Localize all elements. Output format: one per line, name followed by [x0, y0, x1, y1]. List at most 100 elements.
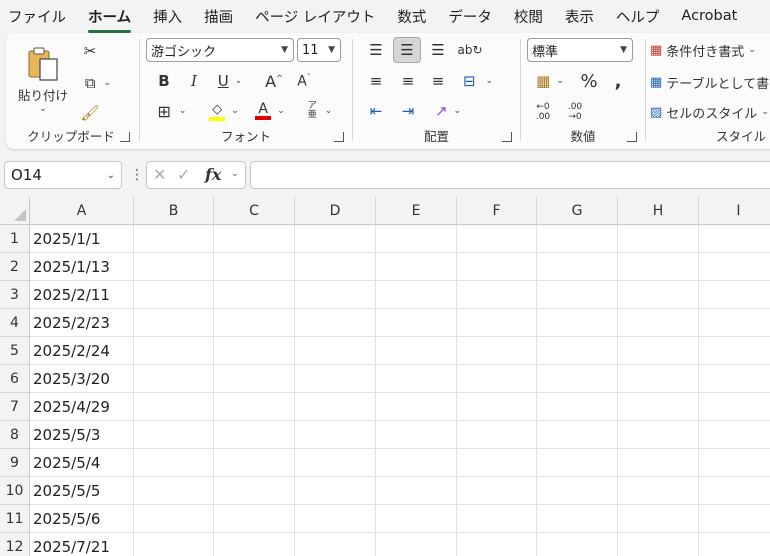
row-header[interactable]: 9 — [0, 449, 30, 477]
cell-D12[interactable] — [295, 533, 376, 556]
cell-A5[interactable]: 2025/2/24 — [30, 337, 134, 365]
number-format-select[interactable]: 標準 ▼ — [527, 38, 633, 62]
tab-review[interactable]: 校閲 — [514, 6, 543, 27]
cell-A6[interactable]: 2025/3/20 — [30, 365, 134, 393]
cell-H5[interactable] — [618, 337, 699, 365]
cell-A1[interactable]: 2025/1/1 — [30, 225, 134, 253]
cell-E9[interactable] — [376, 449, 457, 477]
cell-F8[interactable] — [457, 421, 537, 449]
cell-D4[interactable] — [295, 309, 376, 337]
more-options-icon[interactable]: ⋮ — [130, 167, 144, 183]
align-left-button[interactable]: ≡ — [363, 69, 389, 93]
column-header[interactable]: I — [699, 197, 770, 225]
cell-styles-button[interactable]: ▨ セルのスタイル ⌄ — [650, 101, 770, 123]
increase-font-button[interactable]: A^ — [262, 69, 286, 93]
paste-button[interactable]: 貼り付け ⌄ — [18, 39, 68, 119]
chevron-down-icon[interactable]: ⌄ — [231, 169, 239, 179]
cell-A8[interactable]: 2025/5/3 — [30, 421, 134, 449]
row-header[interactable]: 12 — [0, 533, 30, 556]
cell-A2[interactable]: 2025/1/13 — [30, 253, 134, 281]
column-header[interactable]: D — [295, 197, 376, 225]
cell-A9[interactable]: 2025/5/4 — [30, 449, 134, 477]
cell-B8[interactable] — [134, 421, 214, 449]
cell-G12[interactable] — [537, 533, 618, 556]
cell-H2[interactable] — [618, 253, 699, 281]
cell-E11[interactable] — [376, 505, 457, 533]
cell-H1[interactable] — [618, 225, 699, 253]
formula-input[interactable] — [250, 161, 770, 189]
font-color-button[interactable]: A ⌄ — [250, 99, 290, 123]
cell-E6[interactable] — [376, 365, 457, 393]
cell-B4[interactable] — [134, 309, 214, 337]
tab-insert[interactable]: 挿入 — [153, 6, 182, 27]
name-box[interactable]: O14 ⌄ — [4, 161, 122, 189]
cell-C12[interactable] — [214, 533, 295, 556]
decrease-indent-button[interactable]: ⇤ — [363, 99, 389, 123]
cell-F11[interactable] — [457, 505, 537, 533]
align-bottom-button[interactable]: ☰ — [425, 37, 451, 63]
cell-G6[interactable] — [537, 365, 618, 393]
cell-C2[interactable] — [214, 253, 295, 281]
column-header[interactable]: A — [30, 197, 134, 225]
row-header[interactable]: 5 — [0, 337, 30, 365]
cell-D2[interactable] — [295, 253, 376, 281]
cell-A11[interactable]: 2025/5/6 — [30, 505, 134, 533]
cell-D11[interactable] — [295, 505, 376, 533]
cell-E10[interactable] — [376, 477, 457, 505]
cell-G9[interactable] — [537, 449, 618, 477]
cell-G5[interactable] — [537, 337, 618, 365]
cell-C11[interactable] — [214, 505, 295, 533]
cell-A12[interactable]: 2025/7/21 — [30, 533, 134, 556]
text-angle-button[interactable]: ↗ ⌄ — [427, 99, 469, 123]
tab-acrobat[interactable]: Acrobat — [681, 8, 737, 24]
underline-button[interactable]: U ⌄ — [212, 69, 248, 93]
cell-I4[interactable] — [699, 309, 770, 337]
align-center-button[interactable]: ≡ — [395, 69, 421, 93]
format-as-table-button[interactable]: ▦ テーブルとして書式 — [650, 71, 770, 93]
row-header[interactable]: 11 — [0, 505, 30, 533]
cell-H8[interactable] — [618, 421, 699, 449]
cell-D1[interactable] — [295, 225, 376, 253]
cell-G4[interactable] — [537, 309, 618, 337]
cell-B7[interactable] — [134, 393, 214, 421]
tab-formulas[interactable]: 数式 — [397, 6, 426, 27]
cell-H6[interactable] — [618, 365, 699, 393]
row-header[interactable]: 1 — [0, 225, 30, 253]
italic-button[interactable]: I — [184, 69, 204, 93]
cell-E5[interactable] — [376, 337, 457, 365]
cell-H7[interactable] — [618, 393, 699, 421]
row-header[interactable]: 6 — [0, 365, 30, 393]
align-middle-button[interactable]: ☰ — [393, 37, 421, 63]
column-header[interactable]: F — [457, 197, 537, 225]
tab-view[interactable]: 表示 — [565, 6, 594, 27]
cell-D10[interactable] — [295, 477, 376, 505]
cell-C4[interactable] — [214, 309, 295, 337]
cell-F6[interactable] — [457, 365, 537, 393]
tab-file[interactable]: ファイル — [8, 6, 66, 27]
row-header[interactable]: 10 — [0, 477, 30, 505]
align-top-button[interactable]: ☰ — [363, 37, 389, 63]
cell-D7[interactable] — [295, 393, 376, 421]
cell-F4[interactable] — [457, 309, 537, 337]
bold-button[interactable]: B — [154, 69, 174, 93]
cell-F12[interactable] — [457, 533, 537, 556]
comma-style-button[interactable]: , — [607, 69, 629, 93]
orientation-button[interactable]: ab↻ — [457, 37, 483, 63]
cell-G3[interactable] — [537, 281, 618, 309]
cell-F5[interactable] — [457, 337, 537, 365]
cell-A3[interactable]: 2025/2/11 — [30, 281, 134, 309]
cell-A4[interactable]: 2025/2/23 — [30, 309, 134, 337]
font-size-select[interactable]: 11 ▼ — [297, 38, 341, 62]
cell-E7[interactable] — [376, 393, 457, 421]
select-all-button[interactable] — [0, 197, 30, 225]
cancel-icon[interactable]: ✕ — [153, 165, 166, 184]
merge-center-button[interactable]: ⊟ ⌄ — [455, 69, 501, 93]
cell-G11[interactable] — [537, 505, 618, 533]
cell-F1[interactable] — [457, 225, 537, 253]
row-header[interactable]: 2 — [0, 253, 30, 281]
cell-B3[interactable] — [134, 281, 214, 309]
font-launcher-icon[interactable] — [334, 132, 344, 142]
cell-I12[interactable] — [699, 533, 770, 556]
cell-I11[interactable] — [699, 505, 770, 533]
cell-C5[interactable] — [214, 337, 295, 365]
